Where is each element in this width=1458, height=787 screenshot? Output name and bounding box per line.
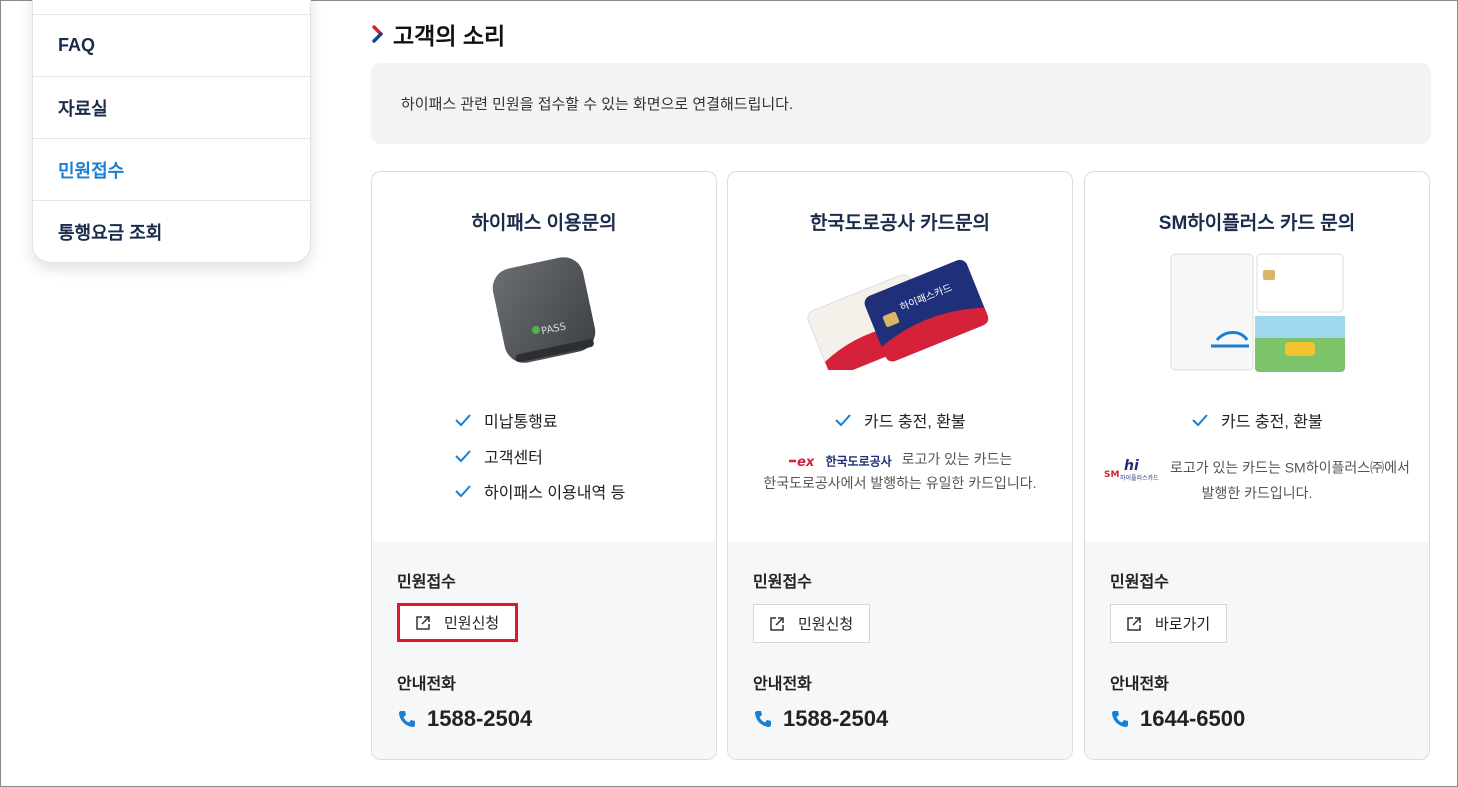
sidebar-item-toll-lookup[interactable]: 통행요금 조회 [33, 200, 310, 262]
button-label: 민원신청 [444, 615, 500, 632]
phone-label: 안내전화 [397, 676, 456, 693]
checkmark-icon [455, 414, 471, 427]
complaint-label: 민원접수 [753, 574, 812, 591]
phone-icon [1112, 711, 1128, 727]
complaint-label: 민원접수 [397, 574, 456, 591]
card-bottom: 민원접수 민원신청 안내전화 1588-2504 [728, 542, 1072, 759]
sidebar-item-complaint[interactable]: 민원접수 [33, 138, 310, 200]
phone-number: 1588-2504 [753, 706, 888, 732]
card-ex-card-inquiry: 한국도로공사 카드문의 하이패스카드 카드 충전, 환불 ex 한국도로공사 로… [727, 171, 1073, 760]
phone-label: 안내전화 [1110, 676, 1169, 693]
card-title: 한국도로공사 카드문의 [809, 213, 991, 234]
checkmark-icon [455, 485, 471, 498]
sidebar-item-resources[interactable]: 자료실 [33, 76, 310, 138]
card-note: SM hi 하이플러스카드 로고가 있는 카드는 SM하이플러스㈜에서 발행한 … [1085, 456, 1429, 504]
section-title: 고객의 소리 [371, 17, 505, 51]
card-top: 하이패스 이용문의 PASS 미납통행료 고객센터 하이패스 이용내역 등 [372, 172, 716, 542]
check-item: 고객센터 [454, 444, 543, 468]
note-text-1: 로고가 있는 카드는 SM하이플러스㈜에서 [1170, 459, 1410, 476]
intro-text: 하이패스 관련 민원을 접수할 수 있는 화면으로 연결해드립니다. [401, 96, 794, 113]
card-top: 한국도로공사 카드문의 하이패스카드 카드 충전, 환불 ex 한국도로공사 로… [728, 172, 1072, 542]
external-link-icon [770, 616, 784, 631]
hipass-device-image: PASS [492, 257, 596, 363]
hiplus-cards-image [1170, 253, 1345, 372]
ex-logo-text: 한국도로공사 [825, 453, 892, 468]
note-text-2: 발행한 카드입니다. [1201, 485, 1313, 501]
button-label: 바로가기 [1155, 616, 1211, 633]
phone-number: 1588-2504 [397, 706, 532, 732]
sidebar-item-label: FAQ [58, 35, 96, 55]
phone-icon [755, 711, 771, 727]
sidebar-item-faq[interactable]: FAQ [33, 14, 310, 76]
sidebar-item-label: 민원접수 [58, 160, 125, 181]
check-item: 미납통행료 [454, 408, 558, 432]
svg-text:hi: hi [1124, 458, 1139, 474]
phone-text: 1644-6500 [1140, 706, 1246, 731]
phone-number: 1644-6500 [1110, 706, 1245, 732]
note-text-2: 한국도로공사에서 발행하는 유일한 카드입니다. [763, 474, 1037, 491]
check-item: 카드 충전, 환불 [834, 408, 966, 432]
card-note: ex 한국도로공사 로고가 있는 카드는 한국도로공사에서 발행하는 유일한 카… [728, 448, 1072, 494]
card-bottom: 민원접수 바로가기 안내전화 1644-6500 [1085, 542, 1429, 759]
phone-text: 1588-2504 [427, 706, 533, 731]
hiplus-logo-text: 하이플러스카드 [1120, 474, 1159, 482]
note-line-1: ex 한국도로공사 로고가 있는 카드는 [728, 448, 1072, 472]
go-shortcut-button[interactable]: 바로가기 [1110, 604, 1228, 643]
ex-hipass-cards-image: 하이패스카드 [807, 259, 989, 370]
complaint-apply-button[interactable]: 민원신청 [397, 603, 519, 642]
sidebar: FAQ 자료실 민원접수 통행요금 조회 [32, 0, 311, 263]
check-item: 카드 충전, 환불 [1191, 408, 1323, 432]
complaint-apply-button[interactable]: 민원신청 [753, 604, 871, 643]
svg-text:SM: SM [1104, 470, 1119, 480]
phone-text: 1588-2504 [783, 706, 889, 731]
check-text: 카드 충전, 환불 [864, 414, 966, 431]
hiplus-logo: SM hi 하이플러스카드 [1104, 456, 1160, 482]
button-label: 민원신청 [798, 616, 854, 633]
sidebar-item-label: 통행요금 조회 [58, 222, 163, 243]
card-top: SM하이플러스 카드 문의 카드 충전, 환불 SM hi 하이플러스카드 로고… [1085, 172, 1429, 542]
intro-box: 하이패스 관련 민원을 접수할 수 있는 화면으로 연결해드립니다. [371, 63, 1431, 144]
ex-logo-icon: ex [788, 455, 815, 470]
external-link-icon [1127, 616, 1141, 631]
phone-label: 안내전화 [753, 676, 812, 693]
checkmark-icon [835, 414, 851, 427]
checkmark-icon [455, 450, 471, 463]
check-text: 하이패스 이용내역 등 [484, 485, 626, 502]
card-sm-hiplus-inquiry: SM하이플러스 카드 문의 카드 충전, 환불 SM hi 하이플러스카드 로고… [1084, 171, 1430, 760]
sidebar-item-label: 자료실 [58, 98, 108, 119]
hiplus-logo-icon: SM hi 하이플러스카드 [1104, 458, 1159, 482]
phone-icon [399, 711, 415, 727]
card-hipass-inquiry: 하이패스 이용문의 PASS 미납통행료 고객센터 하이패스 이용내역 등 민원… [371, 171, 717, 760]
ex-logo: ex 한국도로공사 [788, 449, 892, 472]
check-text: 미납통행료 [484, 414, 558, 431]
card-bottom: 민원접수 민원신청 안내전화 1588-2504 [372, 542, 716, 759]
check-item: 하이패스 이용내역 등 [454, 479, 625, 503]
card-title: SM하이플러스 카드 문의 [1158, 213, 1356, 234]
card-title: 하이패스 이용문의 [471, 213, 617, 234]
complaint-label: 민원접수 [1110, 574, 1169, 591]
note-text-1: 로고가 있는 카드는 [901, 451, 1013, 467]
check-text: 카드 충전, 환불 [1221, 414, 1323, 431]
checkmark-icon [1192, 414, 1208, 427]
chevron-right-icon [372, 25, 383, 43]
section-title-text: 고객의 소리 [393, 23, 506, 49]
note-line-1: SM hi 하이플러스카드 로고가 있는 카드는 SM하이플러스㈜에서 [1085, 456, 1429, 482]
check-text: 고객센터 [484, 450, 543, 467]
external-link-icon [416, 615, 430, 630]
svg-text:ex: ex [797, 455, 815, 468]
